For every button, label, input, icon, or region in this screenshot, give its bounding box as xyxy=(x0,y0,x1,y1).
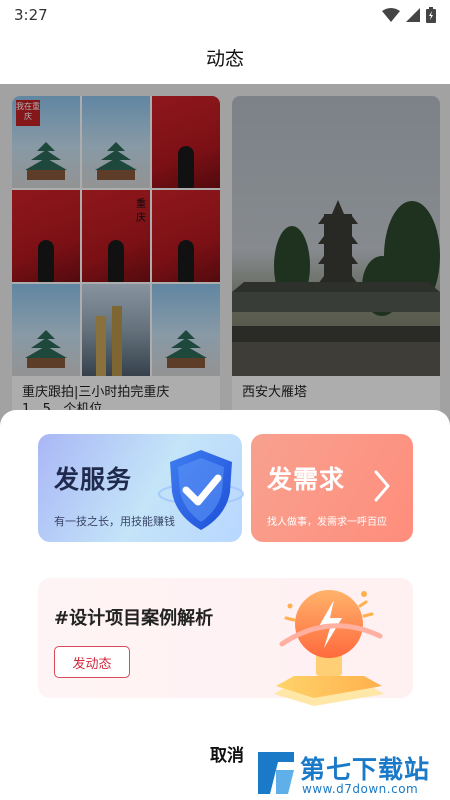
topic-card[interactable]: #设计项目案例解析 发动态 xyxy=(38,578,413,706)
chevron-right-icon xyxy=(374,470,390,502)
lightbulb-icon xyxy=(274,590,384,706)
battery-icon xyxy=(426,7,436,23)
status-bar: 3:27 xyxy=(0,0,450,30)
cancel-button[interactable]: 取消 xyxy=(205,740,249,766)
post-demand-button[interactable]: 发需求 找人做事，发需求一呼百应 xyxy=(251,434,413,542)
watermark-brand: 第七下载站 xyxy=(300,755,431,784)
status-time: 3:27 xyxy=(14,6,48,24)
post-service-title: 发服务 xyxy=(54,465,133,494)
post-demand-subtitle: 找人做事，发需求一呼百应 xyxy=(267,517,387,528)
watermark-logo-icon xyxy=(258,752,294,794)
post-moment-button[interactable]: 发动态 xyxy=(54,646,130,678)
watermark-url: www.d7down.com xyxy=(302,782,419,796)
publish-bottom-sheet: 发服务 有一技之长，用技能赚钱 发需求 找人做事，发需求一呼百应 #设计项目案例… xyxy=(0,410,450,800)
topic-title: #设计项目案例解析 xyxy=(54,608,214,629)
site-watermark: 第七下载站 www.d7down.com xyxy=(254,748,450,800)
cellular-signal-icon xyxy=(406,8,420,22)
wifi-icon xyxy=(382,8,400,22)
post-demand-title: 发需求 xyxy=(267,465,346,494)
status-icons xyxy=(382,7,436,23)
shield-check-icon xyxy=(158,450,244,530)
title-bar: 动态 xyxy=(0,30,450,84)
page-title: 动态 xyxy=(205,47,244,70)
